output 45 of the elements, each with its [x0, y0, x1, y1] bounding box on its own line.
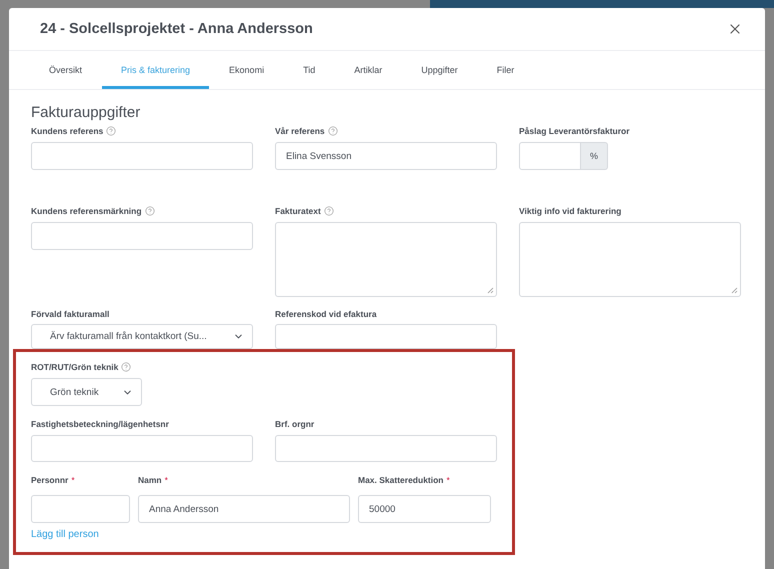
text-area[interactable] [519, 222, 741, 297]
field-label: Brf. orgnr [275, 419, 314, 429]
help-icon[interactable] [106, 126, 116, 136]
template-dropdown[interactable]: Ärv fakturamall från kontaktkort (Su... [31, 324, 253, 349]
field-label: Kundens referens [31, 126, 104, 136]
tab[interactable]: Ekonomi [210, 51, 284, 89]
field-label: Vår referens [275, 126, 325, 136]
required-mark: * [446, 475, 450, 485]
tab[interactable]: Tid [284, 51, 334, 89]
section-title: Fakturauppgifter [31, 104, 142, 121]
text-field[interactable]: Anna Andersson [138, 495, 350, 523]
field-label: Kundens referensmärkning [31, 206, 142, 216]
field-label: Max. Skattereduktion [358, 475, 444, 485]
deduction-type-dropdown[interactable]: Grön teknik [31, 378, 142, 406]
field-label: Viktig info vid fakturering [519, 206, 622, 216]
field-label: Namn [138, 475, 162, 485]
text-field[interactable] [31, 495, 130, 523]
help-icon[interactable] [121, 362, 132, 372]
text-field[interactable] [31, 435, 253, 462]
field-label: Påslag Leverantörsfakturor [519, 126, 630, 136]
required-mark: * [164, 475, 168, 485]
text-field[interactable] [275, 324, 497, 349]
tab[interactable]: Uppgifter [402, 51, 477, 89]
resize-grip-icon[interactable] [487, 287, 494, 294]
text-field[interactable] [31, 142, 253, 170]
field-label: Referenskod vid efaktura [275, 309, 377, 320]
field-label: Förvald fakturamall [31, 309, 110, 320]
field-label: Personnr [31, 475, 68, 485]
help-icon[interactable] [144, 206, 155, 216]
text-field[interactable] [31, 222, 253, 250]
text-area[interactable] [275, 222, 497, 297]
tab[interactable]: Filer [478, 51, 534, 89]
required-mark: * [71, 475, 75, 485]
help-icon[interactable] [324, 206, 334, 216]
dialog-title: 24 - Solcellsprojektet - Anna Andersson [40, 21, 313, 37]
field-label: Fakturatext [275, 206, 321, 216]
help-icon[interactable] [328, 126, 338, 136]
field-label: ROT/RUT/Grön teknik [31, 362, 118, 372]
text-field[interactable] [275, 435, 497, 462]
text-field[interactable]: 50000 [358, 495, 491, 523]
text-field[interactable]: Elina Svensson [275, 142, 497, 170]
field-label: Fastighetsbeteckning/lägenhetsnr [31, 419, 169, 429]
tab[interactable]: Översikt [30, 51, 102, 89]
resize-grip-icon[interactable] [731, 287, 738, 294]
tab[interactable]: Artiklar [335, 51, 402, 89]
